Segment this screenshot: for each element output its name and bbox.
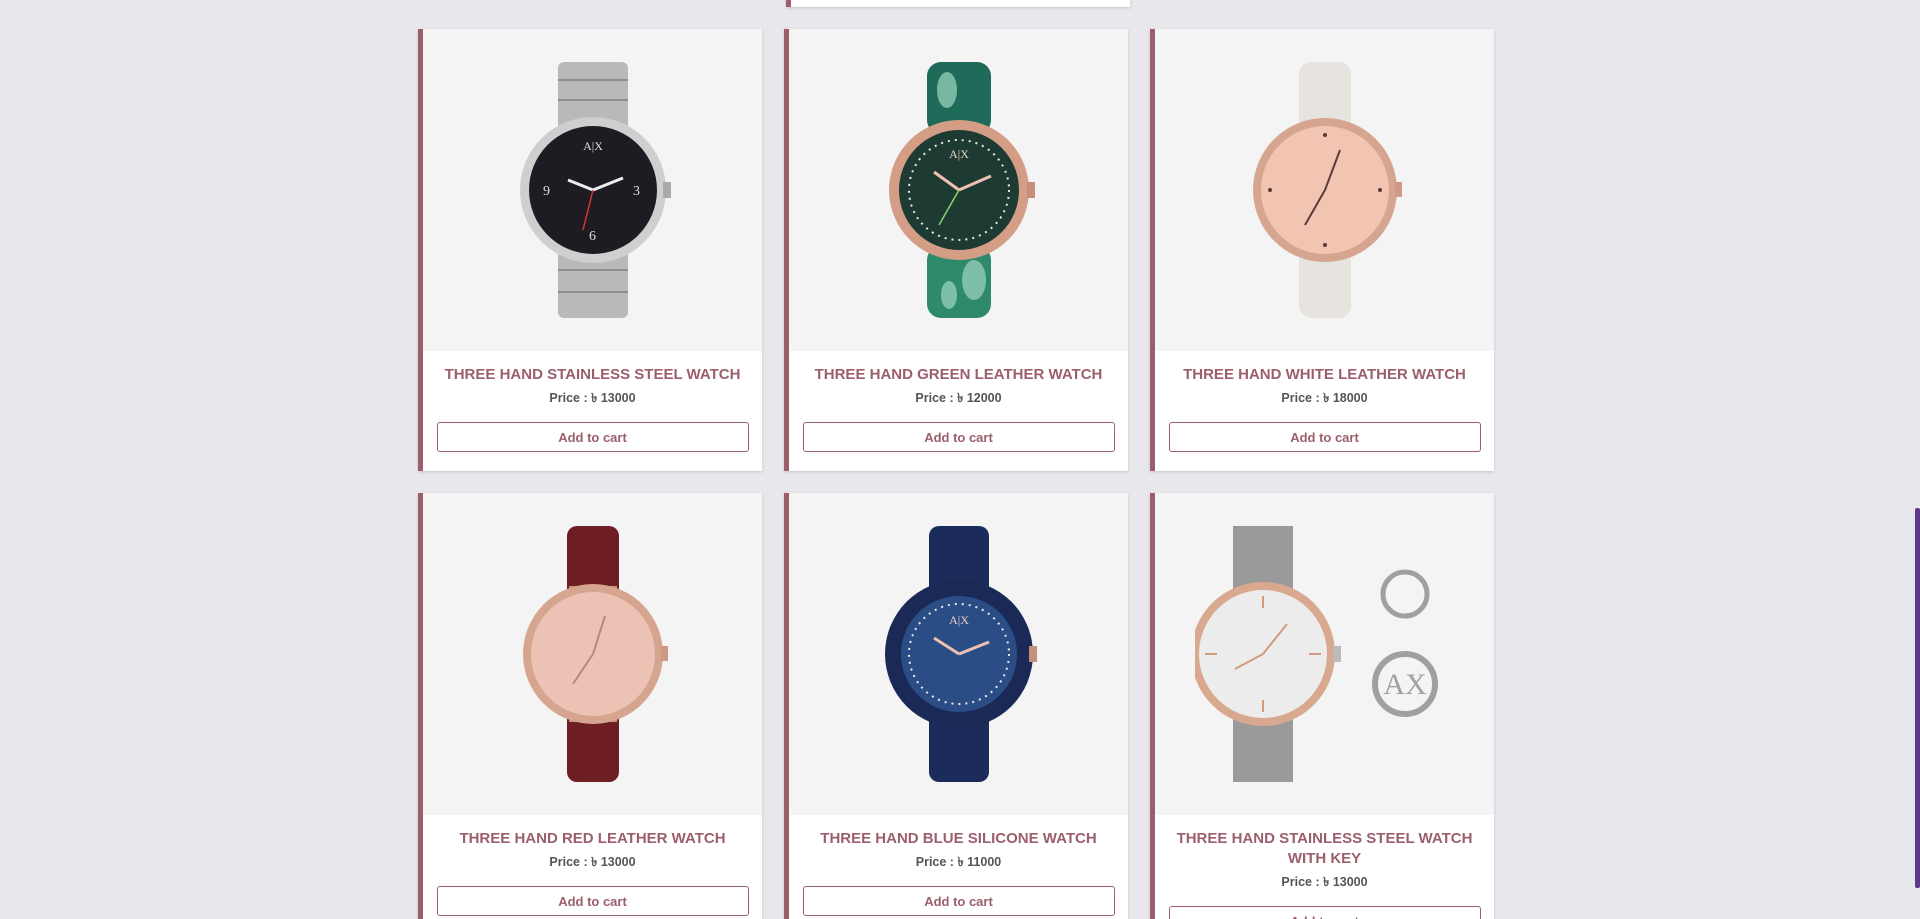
- product-price: Price : ৳ 11000: [789, 854, 1128, 874]
- product-price: Price : ৳ 13000: [423, 390, 762, 410]
- add-to-cart-button[interactable]: Add to cart: [1168, 906, 1481, 919]
- price-label: Price :: [1281, 875, 1320, 889]
- price-value: 13000: [600, 855, 636, 869]
- product-title[interactable]: THREE HAND GREEN LEATHER WATCH: [799, 365, 1118, 385]
- add-to-cart-button[interactable]: Add to cart: [1168, 422, 1481, 452]
- product-card: THREE HAND WHITE LEATHER WATCH Price : ৳…: [1150, 29, 1494, 471]
- product-image[interactable]: A|X 9 3 6: [423, 29, 762, 351]
- price-label: Price :: [549, 391, 588, 405]
- product-title[interactable]: THREE HAND BLUE SILICONE WATCH: [799, 829, 1118, 849]
- blue-watch-icon: A|X: [884, 526, 1037, 782]
- green-watch-icon: A|X: [888, 62, 1035, 318]
- red-strap-watch-icon: [522, 526, 668, 782]
- silver-watch-icon: A|X 9 3 6: [519, 62, 671, 318]
- product-title[interactable]: THREE HAND RED LEATHER WATCH: [433, 829, 752, 849]
- currency-symbol: ৳: [1323, 391, 1330, 405]
- mesh-watch-with-keyring-icon: AX: [1194, 526, 1438, 782]
- add-to-cart-button[interactable]: Add to cart: [802, 886, 1115, 916]
- price-value: 12000: [966, 391, 1002, 405]
- add-to-cart-button[interactable]: Add to cart: [802, 422, 1115, 452]
- add-to-cart-button[interactable]: Add to cart: [436, 422, 749, 452]
- product-image[interactable]: AX: [1155, 493, 1494, 815]
- svg-text:AX: AX: [1383, 668, 1427, 701]
- product-card: AX THREE HAND STAINLESS STEEL WATCH WITH…: [1150, 493, 1494, 919]
- price-label: Price :: [549, 855, 588, 869]
- price-label: Price :: [1281, 391, 1320, 405]
- product-title[interactable]: THREE HAND WHITE LEATHER WATCH: [1165, 365, 1484, 385]
- add-to-cart-button[interactable]: Add to cart: [436, 886, 749, 916]
- currency-symbol: ৳: [1323, 875, 1330, 889]
- product-card: A|X THREE HAND BLUE SILICONE WATCH Price…: [784, 493, 1128, 919]
- product-grid: A|X 9 3 6 THREE HAND STAINLESS STEEL WAT…: [418, 29, 1498, 919]
- currency-symbol: ৳: [591, 391, 598, 405]
- svg-text:9: 9: [543, 184, 550, 199]
- product-image[interactable]: A|X: [789, 493, 1128, 815]
- price-value: 18000: [1332, 391, 1368, 405]
- product-title[interactable]: THREE HAND STAINLESS STEEL WATCH: [433, 365, 752, 385]
- currency-symbol: ৳: [957, 855, 964, 869]
- product-price: Price : ৳ 13000: [423, 854, 762, 874]
- currency-symbol: ৳: [957, 391, 964, 405]
- product-price: Price : ৳ 13000: [1155, 874, 1494, 894]
- price-value: 13000: [600, 391, 636, 405]
- price-value: 13000: [1332, 875, 1368, 889]
- svg-text:A|X: A|X: [583, 139, 603, 153]
- product-page: A|X 9 3 6 THREE HAND STAINLESS STEEL WAT…: [0, 0, 1920, 919]
- price-label: Price :: [915, 855, 954, 869]
- price-value: 11000: [967, 855, 1002, 869]
- product-image[interactable]: [423, 493, 762, 815]
- product-image[interactable]: [1155, 29, 1494, 351]
- product-price: Price : ৳ 12000: [789, 390, 1128, 410]
- svg-text:6: 6: [589, 229, 596, 244]
- white-strap-watch-icon: [1252, 62, 1402, 318]
- product-price: Price : ৳ 18000: [1155, 390, 1494, 410]
- product-title[interactable]: THREE HAND STAINLESS STEEL WATCH WITH KE…: [1165, 829, 1484, 869]
- svg-text:A|X: A|X: [949, 147, 969, 161]
- currency-symbol: ৳: [591, 855, 598, 869]
- product-card: A|X THREE HAND GREEN LEATHER WATCH Price…: [784, 29, 1128, 471]
- svg-text:A|X: A|X: [949, 613, 969, 627]
- scrollbar-thumb[interactable]: [1915, 508, 1920, 888]
- product-card: A|X 9 3 6 THREE HAND STAINLESS STEEL WAT…: [418, 29, 762, 471]
- svg-text:3: 3: [633, 184, 640, 199]
- product-card: THREE HAND RED LEATHER WATCH Price : ৳ 1…: [418, 493, 762, 919]
- price-label: Price :: [915, 391, 954, 405]
- product-image[interactable]: A|X: [789, 29, 1128, 351]
- previous-product-card-edge: [786, 0, 1130, 7]
